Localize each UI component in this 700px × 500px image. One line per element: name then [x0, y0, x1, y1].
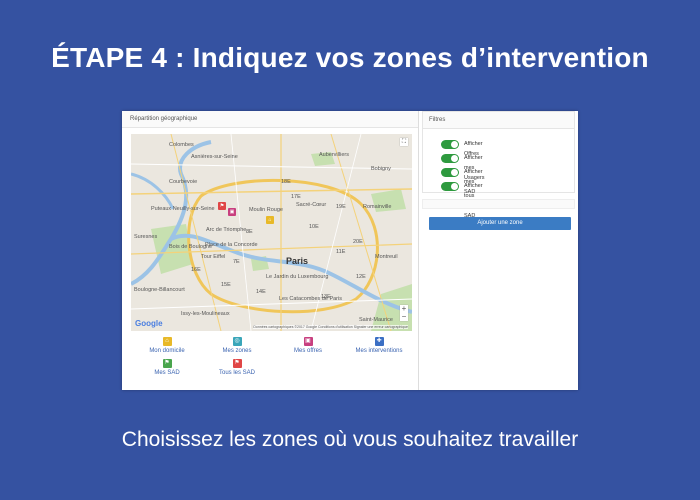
legend-item-offres: ▣ Mes offres: [273, 337, 343, 354]
map-label-courbevoie: Courbevoie: [169, 179, 198, 185]
map[interactable]: Colombes Asnières-sur-Seine Courbevoie P…: [131, 134, 412, 331]
offer-icon: ▣: [303, 337, 313, 346]
sad-icon: ⚑: [162, 359, 172, 368]
page-subtitle: Choisissez les zones où vous souhaitez t…: [121, 428, 579, 451]
map-label-tour-eiffel: Tour Eiffel: [201, 254, 226, 260]
map-label-asnieres: Asnières-sur-Seine: [191, 154, 238, 160]
legend-label: Mes offres: [294, 348, 322, 354]
map-label-arr-12: 12E: [356, 274, 366, 280]
map-label-bobigny: Bobigny: [371, 166, 391, 172]
map-pin-home[interactable]: ⌂: [266, 216, 274, 224]
legend-label: Mon domicile: [149, 348, 185, 354]
map-label-boulogne: Boulogne-Billancourt: [134, 287, 185, 293]
toggle-switch[interactable]: [441, 140, 459, 149]
map-label-arr-14: 14E: [256, 289, 266, 295]
map-label-arr-18: 18E: [281, 179, 291, 185]
legend-label: Mes SAD: [154, 370, 180, 376]
page-title: ÉTAPE 4 : Indiquez vos zones d’intervent…: [51, 42, 649, 73]
legend-item-zones: ◎ Mes zones: [202, 337, 272, 354]
map-label-montreuil: Montreuil: [375, 254, 398, 260]
map-label-issy: Issy-les-Moulineaux: [181, 311, 230, 317]
legend-item-interventions: ✚ Mes interventions: [344, 337, 414, 354]
map-background: [131, 134, 412, 331]
map-label-arr-20: 20E: [353, 239, 363, 245]
legend-label: Tous les SAD: [218, 370, 255, 376]
zoom-controls: + −: [400, 305, 408, 321]
map-label-concorde: Place de la Concorde: [205, 242, 258, 248]
filters-panel: Filtres Afficher Offres Afficher mes Usa…: [419, 111, 578, 390]
map-label-arr-7: 7E: [233, 259, 240, 265]
intervention-icon: ✚: [374, 337, 384, 346]
map-label-sacre-coeur: Sacré-Cœur: [296, 202, 327, 208]
filters-heading: Filtres: [423, 112, 574, 129]
map-label-saint-maurice: Saint-Maurice: [359, 317, 393, 323]
all-sad-icon: ⚑: [232, 359, 242, 368]
map-label-arr-8: 8E: [246, 229, 253, 235]
map-label-colombes: Colombes: [169, 142, 194, 148]
zone-icon: ◎: [232, 337, 242, 346]
toggle-switch[interactable]: [441, 182, 459, 191]
map-label-arr-13: 13E: [321, 294, 331, 300]
map-label-arc-de-triomphe: Arc de Triomphe: [206, 227, 247, 233]
map-label-arr-17: 17E: [291, 194, 301, 200]
add-zone-button[interactable]: Ajouter une zone: [429, 217, 571, 230]
map-label-moulin-rouge: Moulin Rouge: [249, 207, 283, 213]
map-panel-heading: Répartition géographique: [122, 111, 418, 128]
map-label-romainville: Romainville: [363, 204, 392, 210]
map-pin-sad[interactable]: ⚑: [218, 202, 226, 210]
map-label-suresnes: Suresnes: [134, 234, 158, 240]
legend-item-mes-sad: ⚑ Mes SAD: [132, 359, 202, 376]
map-label-paris: Paris: [286, 256, 309, 266]
filters-box: Filtres Afficher Offres Afficher mes Usa…: [422, 111, 575, 219]
map-label-arr-19: 19E: [336, 204, 346, 210]
map-label-bois: Bois de Boulogne: [169, 244, 213, 250]
map-label-catacombes: Les Catacombes de Paris: [279, 296, 342, 302]
map-label-arr-11: 11E: [336, 249, 346, 255]
toggle-switch[interactable]: [441, 168, 459, 177]
map-pin-offer[interactable]: ▣: [228, 208, 236, 216]
legend-label: Mes zones: [222, 348, 252, 354]
map-label-puteaux: Puteaux Neuilly-sur-Seine: [151, 206, 215, 212]
map-panel: Répartition géographique Colombes Asnièr…: [122, 111, 419, 390]
map-label-arr-16: 16E: [191, 267, 201, 273]
map-attribution[interactable]: Données cartographiques ©2017 Google Con…: [253, 325, 408, 329]
zones-card: Répartition géographique Colombes Asnièr…: [122, 111, 578, 390]
legend-item-domicile: ⌂ Mon domicile: [132, 337, 202, 354]
legend-item-tous-sad: ⚑ Tous les SAD: [202, 359, 272, 376]
map-label-arr-10: 10E: [309, 224, 319, 230]
zoom-out-button[interactable]: −: [400, 313, 408, 321]
legend-label: Mes interventions: [355, 348, 403, 354]
map-label-aubervilliers: Aubervilliers: [319, 152, 349, 158]
google-logo: Google: [135, 319, 163, 328]
fullscreen-button[interactable]: ⛶: [400, 138, 408, 146]
map-label-arr-15: 15E: [221, 282, 231, 288]
home-icon: ⌂: [162, 337, 172, 346]
map-label-jardin: Le Jardin du Luxembourg: [266, 274, 329, 280]
toggle-switch[interactable]: [441, 154, 459, 163]
filters-footer-bar: [422, 199, 575, 209]
